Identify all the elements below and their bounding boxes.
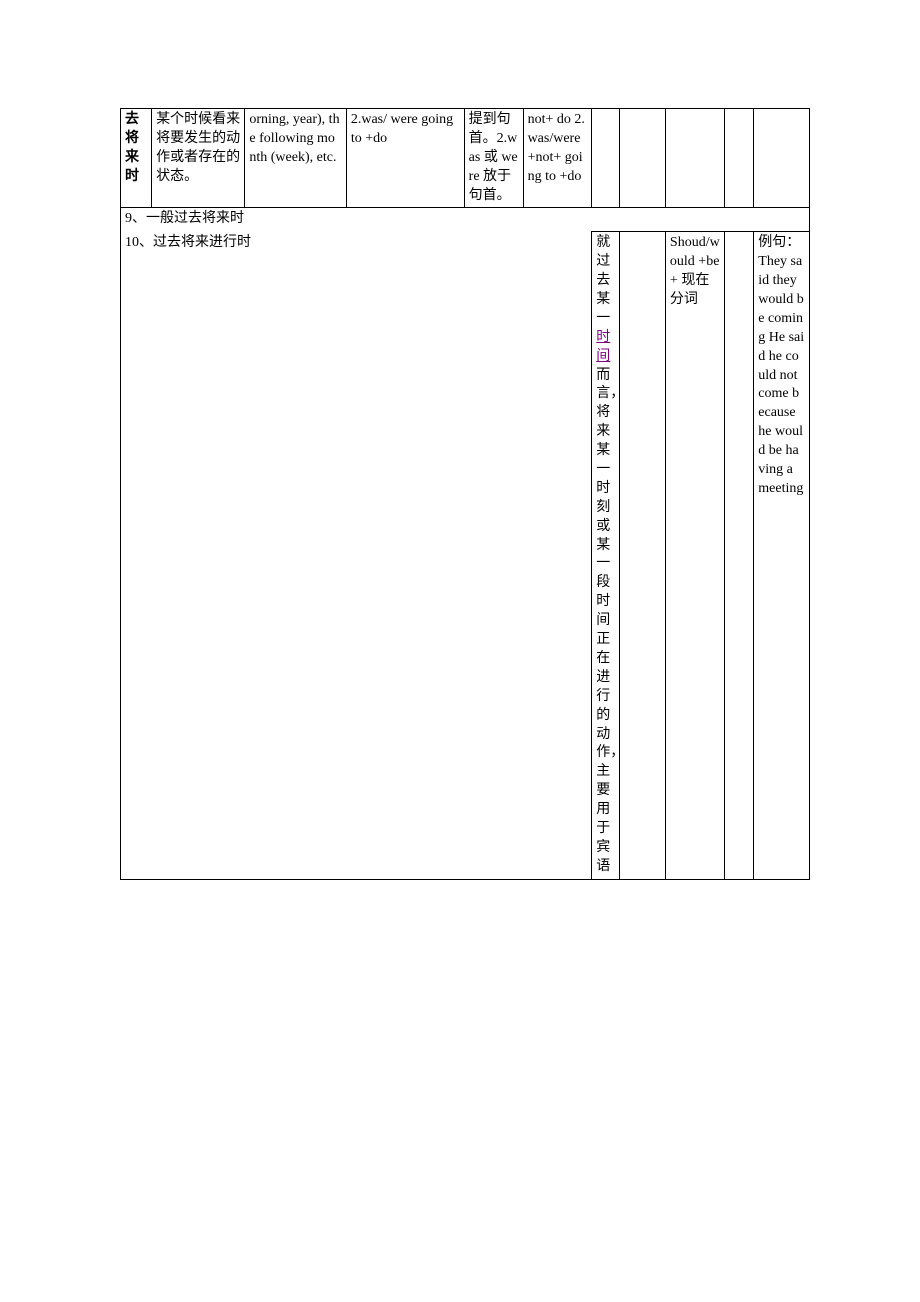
question-form: 提到句首。2.was 或 were 放于句首。 xyxy=(464,109,523,208)
tense-name: 去将来时 xyxy=(121,109,152,208)
example-10: 例句：They said they would be coming He sai… xyxy=(754,232,810,879)
text-pre: 就过去某一 xyxy=(596,235,610,326)
cell-empty xyxy=(620,232,666,879)
cell-empty xyxy=(724,109,753,208)
table-row: 去将来时 某个时候看来将要发生的动作或者存在的状态。 orning, year)… xyxy=(121,109,810,208)
time-link[interactable]: 时间 xyxy=(596,330,610,364)
form-10: Shoud/would +be+ 现在分词 xyxy=(665,232,724,879)
table-row: 9、一般过去将来时 xyxy=(121,208,810,232)
grammar-table: 去将来时 某个时候看来将要发生的动作或者存在的状态。 orning, year)… xyxy=(120,108,810,880)
cell-empty xyxy=(724,232,753,879)
table-row: 10、过去将来进行时 就过去某一时间而言，将来某一时刻或某一段时间正在进行的动作… xyxy=(121,232,810,879)
tense-meaning: 某个时候看来将要发生的动作或者存在的状态。 xyxy=(152,109,245,208)
time-markers: orning, year), the following month (week… xyxy=(245,109,346,208)
document-page: 去将来时 某个时候看来将要发生的动作或者存在的状态。 orning, year)… xyxy=(0,108,920,880)
negative-form: not+ do 2.was/were +not+ going to +do xyxy=(523,109,592,208)
section-header-9: 9、一般过去将来时 xyxy=(121,208,810,232)
cell-empty xyxy=(754,109,810,208)
cell-empty xyxy=(665,109,724,208)
cell-empty xyxy=(592,109,620,208)
cell-empty xyxy=(620,109,666,208)
form: 2.was/ were going to +do xyxy=(346,109,464,208)
section-header-10: 10、过去将来进行时 xyxy=(121,232,592,879)
tense-meaning-10: 就过去某一时间而言，将来某一时刻或某一段时间正在进行的动作，主要用于宾语 xyxy=(592,232,620,879)
